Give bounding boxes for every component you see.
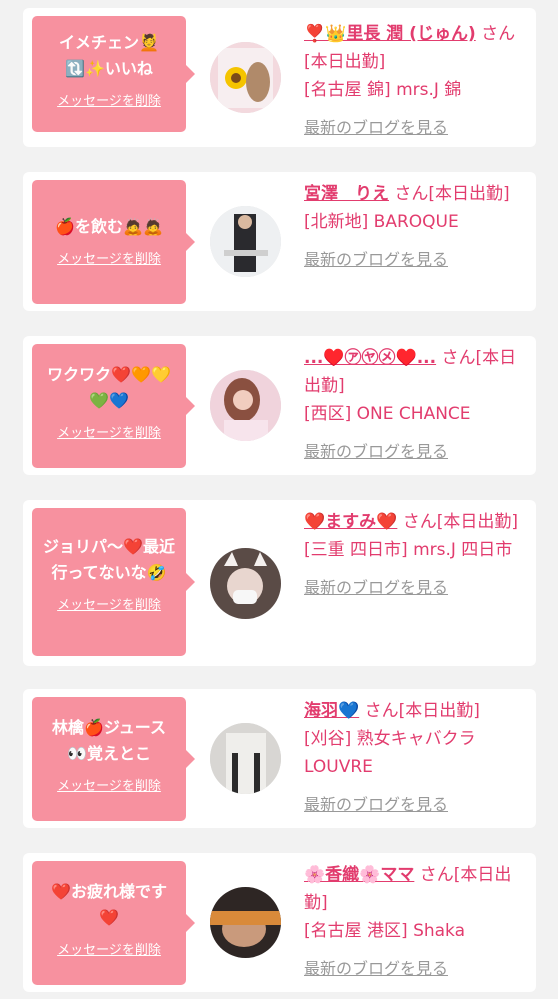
avatar-photo-icon	[210, 548, 281, 619]
avatar[interactable]	[210, 206, 281, 277]
delete-message-link[interactable]: メッセージを削除	[32, 939, 186, 958]
blog-link[interactable]: 最新のブログを見る	[304, 791, 526, 819]
message-bubble: ❤️お疲れ様です ❤️ メッセージを削除	[32, 861, 195, 985]
avatar-photo-icon	[210, 42, 281, 113]
message-text: 林檎🍎ジュース 👀覚えとこ	[51, 718, 166, 763]
delete-message-link[interactable]: メッセージを削除	[32, 90, 186, 109]
message-text: ワクワク❤️🧡💛 💚💙	[47, 365, 171, 410]
avatar-photo-icon	[210, 206, 281, 277]
message-bubble: ジョリパ〜❤️最近 行ってないな🤣 メッセージを削除	[32, 508, 195, 656]
blog-link[interactable]: 最新のブログを見る	[304, 574, 526, 602]
delete-message-link[interactable]: メッセージを削除	[32, 594, 186, 613]
shop-text: [名古屋 錦] mrs.J 錦	[304, 80, 462, 100]
profile-name-link[interactable]: ❣️👑里長 潤 (じゅん)	[304, 24, 476, 44]
blog-link[interactable]: 最新のブログを見る	[304, 438, 526, 466]
message-bubble: 林檎🍎ジュース 👀覚えとこ メッセージを削除	[32, 697, 195, 821]
message-card: ワクワク❤️🧡💛 💚💙 メッセージを削除 ...♥️㋐㋳㋱♥️... さん[本日…	[23, 336, 536, 475]
message-text: ジョリパ〜❤️最近 行ってないな🤣	[43, 537, 175, 582]
message-card: 🍎を飲む🙇🙇 メッセージを削除 宮澤 りえ さん[本日出勤] [北新地] BAR…	[23, 172, 536, 311]
blog-link[interactable]: 最新のブログを見る	[304, 955, 526, 983]
avatar-photo-icon	[210, 370, 281, 441]
profile-info: 宮澤 りえ さん[本日出勤] [北新地] BAROQUE 最新のブログを見る	[304, 180, 526, 274]
avatar[interactable]	[210, 887, 281, 958]
message-text: ❤️お疲れ様です ❤️	[51, 882, 167, 927]
delete-message-link[interactable]: メッセージを削除	[32, 422, 186, 441]
message-text: 🍎を飲む🙇🙇	[55, 217, 163, 236]
profile-name-link[interactable]: 🌸香織🌸ママ	[304, 865, 414, 885]
message-card: ジョリパ〜❤️最近 行ってないな🤣 メッセージを削除 ❤️ますみ❤️ さん[本日…	[23, 500, 536, 666]
profile-info: 🌸香織🌸ママ さん[本日出勤] [名古屋 港区] Shaka 最新のブログを見る	[304, 861, 526, 983]
profile-status: さん[本日出勤]	[397, 512, 519, 532]
profile-name-link[interactable]: ❤️ますみ❤️	[304, 512, 397, 532]
shop-text: [北新地] BAROQUE	[304, 212, 459, 232]
avatar[interactable]	[210, 370, 281, 441]
profile-info: 海羽💙 さん[本日出勤] [刈谷] 熟女キャバクラ LOUVRE 最新のブログを…	[304, 697, 526, 819]
avatar[interactable]	[210, 42, 281, 113]
message-card: 林檎🍎ジュース 👀覚えとこ メッセージを削除 海羽💙 さん[本日出勤] [刈谷]…	[23, 689, 536, 828]
profile-name-link[interactable]: 宮澤 りえ	[304, 184, 389, 204]
message-text: イメチェン💆 🔃✨いいね	[59, 33, 159, 78]
avatar-photo-icon	[210, 887, 281, 958]
blog-link[interactable]: 最新のブログを見る	[304, 114, 526, 142]
blog-link[interactable]: 最新のブログを見る	[304, 246, 526, 274]
profile-name-link[interactable]: ...♥️㋐㋳㋱♥️...	[304, 348, 436, 368]
message-bubble: ワクワク❤️🧡💛 💚💙 メッセージを削除	[32, 344, 195, 468]
message-bubble: 🍎を飲む🙇🙇 メッセージを削除	[32, 180, 195, 304]
shop-text: [名古屋 港区] Shaka	[304, 921, 466, 941]
profile-info: ❣️👑里長 潤 (じゅん) さん[本日出勤] [名古屋 錦] mrs.J 錦 最…	[304, 20, 526, 142]
profile-info: ❤️ますみ❤️ さん[本日出勤] [三重 四日市] mrs.J 四日市 最新のブ…	[304, 508, 526, 602]
profile-status: さん[本日出勤]	[389, 184, 510, 204]
shop-text: [三重 四日市] mrs.J 四日市	[304, 540, 513, 560]
profile-name-link[interactable]: 海羽💙	[304, 701, 359, 721]
delete-message-link[interactable]: メッセージを削除	[32, 775, 186, 794]
shop-text: [西区] ONE CHANCE	[304, 404, 471, 424]
avatar[interactable]	[210, 723, 281, 794]
profile-status: さん[本日出勤]	[359, 701, 480, 721]
shop-text: [刈谷] 熟女キャバクラ LOUVRE	[304, 729, 476, 777]
avatar[interactable]	[210, 548, 281, 619]
delete-message-link[interactable]: メッセージを削除	[32, 248, 186, 267]
avatar-photo-icon	[210, 723, 281, 794]
message-card: ❤️お疲れ様です ❤️ メッセージを削除 🌸香織🌸ママ さん[本日出勤] [名古…	[23, 853, 536, 992]
profile-info: ...♥️㋐㋳㋱♥️... さん[本日出勤] [西区] ONE CHANCE 最…	[304, 344, 526, 466]
message-bubble: イメチェン💆 🔃✨いいね メッセージを削除	[32, 16, 195, 132]
message-card: イメチェン💆 🔃✨いいね メッセージを削除 ❣️👑里長 潤 (じゅん) さん[本…	[23, 8, 536, 147]
